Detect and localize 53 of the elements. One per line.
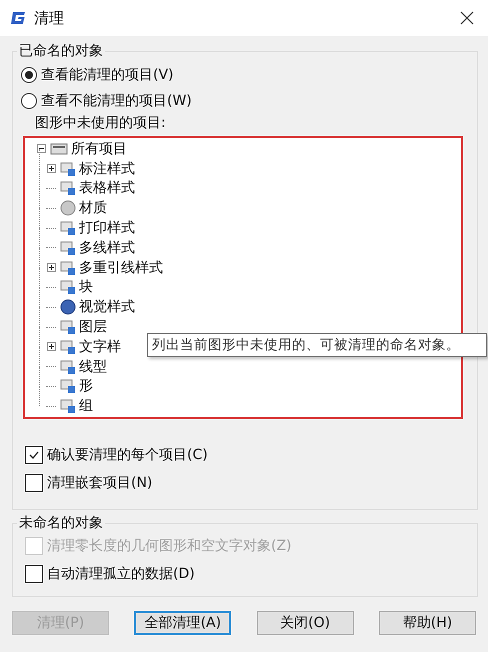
tree-item[interactable]: 形 — [79, 377, 93, 396]
style-icon — [60, 220, 76, 236]
tree-item[interactable]: 打印样式 — [79, 219, 135, 238]
checkbox-label: 自动清理孤立的数据(D) — [47, 565, 195, 583]
checkbox[interactable] — [25, 446, 43, 464]
style-icon — [60, 260, 76, 276]
radio-label: 查看不能清理的项目(W) — [41, 92, 192, 110]
tree-item[interactable]: 材质 — [79, 199, 107, 218]
tree-item[interactable]: 标注样式 — [79, 160, 135, 178]
tree-item[interactable]: 视觉样式 — [79, 298, 135, 316]
dialog-button[interactable]: 关闭(O) — [256, 611, 354, 635]
checkbox-label: 清理嵌套项目(N) — [47, 474, 152, 492]
style-icon — [60, 398, 76, 414]
style-icon — [60, 279, 76, 296]
expand-toggle[interactable] — [46, 342, 56, 352]
tree-item[interactable]: 线型 — [79, 358, 107, 376]
radio-button[interactable] — [21, 93, 37, 109]
app-logo-icon — [10, 11, 26, 25]
tree-item[interactable]: 多重引线样式 — [79, 258, 163, 277]
dialog-button[interactable]: 帮助(H) — [378, 611, 476, 635]
dialog-button[interactable]: 全部清理(A) — [134, 611, 232, 635]
radio-button[interactable] — [21, 67, 37, 83]
close-icon[interactable] — [460, 11, 474, 25]
style-icon — [60, 240, 76, 256]
group-label: 已命名的对象 — [18, 42, 104, 60]
expand-toggle[interactable] — [46, 263, 56, 272]
tooltip: 列出当前图形中未使用的、可被清理的命名对象。 — [147, 333, 487, 357]
style-icon — [60, 358, 76, 375]
tree-label: 图形中未使用的项目: — [35, 114, 167, 133]
checkbox-label: 确认要清理的每个项目(C) — [47, 446, 208, 464]
tree-item[interactable]: 文字样 — [79, 338, 121, 356]
checkbox[interactable] — [25, 474, 43, 492]
tree-item[interactable]: 图层 — [79, 318, 107, 336]
style-icon — [60, 338, 76, 355]
style-icon — [60, 378, 76, 394]
tree-item[interactable]: 所有项目 — [71, 140, 127, 158]
tree-item[interactable]: 组 — [79, 397, 93, 416]
collapse-toggle[interactable] — [35, 144, 47, 154]
style-icon — [60, 180, 76, 196]
sphere-icon — [60, 299, 76, 316]
tree-item[interactable]: 表格样式 — [79, 179, 135, 198]
group-label: 未命名的对象 — [18, 514, 104, 532]
sphere-icon — [60, 200, 76, 216]
checkbox-label: 清理零长度的几何图形和空文字对象(Z) — [47, 537, 292, 555]
checkbox[interactable] — [25, 565, 43, 583]
checkmark-icon — [28, 449, 40, 461]
expand-toggle[interactable] — [46, 164, 56, 174]
style-icon — [60, 319, 76, 336]
style-icon — [60, 160, 76, 177]
tree-item[interactable]: 块 — [79, 278, 93, 296]
window-title: 清理 — [34, 8, 65, 28]
tree-item[interactable]: 多线样式 — [79, 238, 135, 257]
radio-label: 查看能清理的项目(V) — [41, 66, 174, 84]
